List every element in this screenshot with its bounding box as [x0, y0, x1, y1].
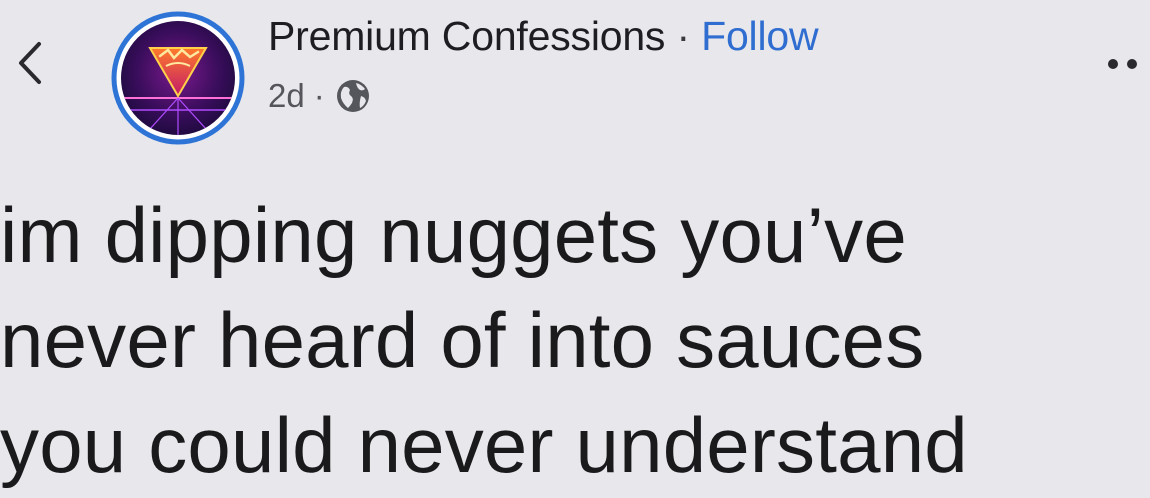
avatar[interactable] [110, 10, 246, 146]
more-options-button[interactable] [1108, 48, 1150, 80]
more-dots-icon [1127, 59, 1137, 69]
post-text: im dipping nuggets you’ve never heard of… [0, 183, 1150, 498]
post-text-line: you could never understand [0, 401, 968, 489]
post-text-line: im dipping nuggets you’ve [0, 191, 907, 279]
post-meta: 2d · [268, 76, 371, 116]
globe-icon[interactable] [335, 78, 371, 114]
follow-button[interactable]: Follow [701, 13, 818, 59]
more-dots-icon [1108, 59, 1118, 69]
author-name[interactable]: Premium Confessions [268, 13, 665, 59]
post-timestamp[interactable]: 2d [268, 76, 305, 116]
post-text-line: never heard of into sauces [0, 296, 925, 384]
chevron-left-icon [19, 42, 41, 84]
meta-separator-dot: · [313, 77, 325, 114]
back-button[interactable] [10, 33, 50, 93]
avatar-logo-image [111, 11, 245, 145]
author-line: Premium Confessions · Follow [268, 12, 819, 60]
separator-dot: · [676, 13, 690, 59]
